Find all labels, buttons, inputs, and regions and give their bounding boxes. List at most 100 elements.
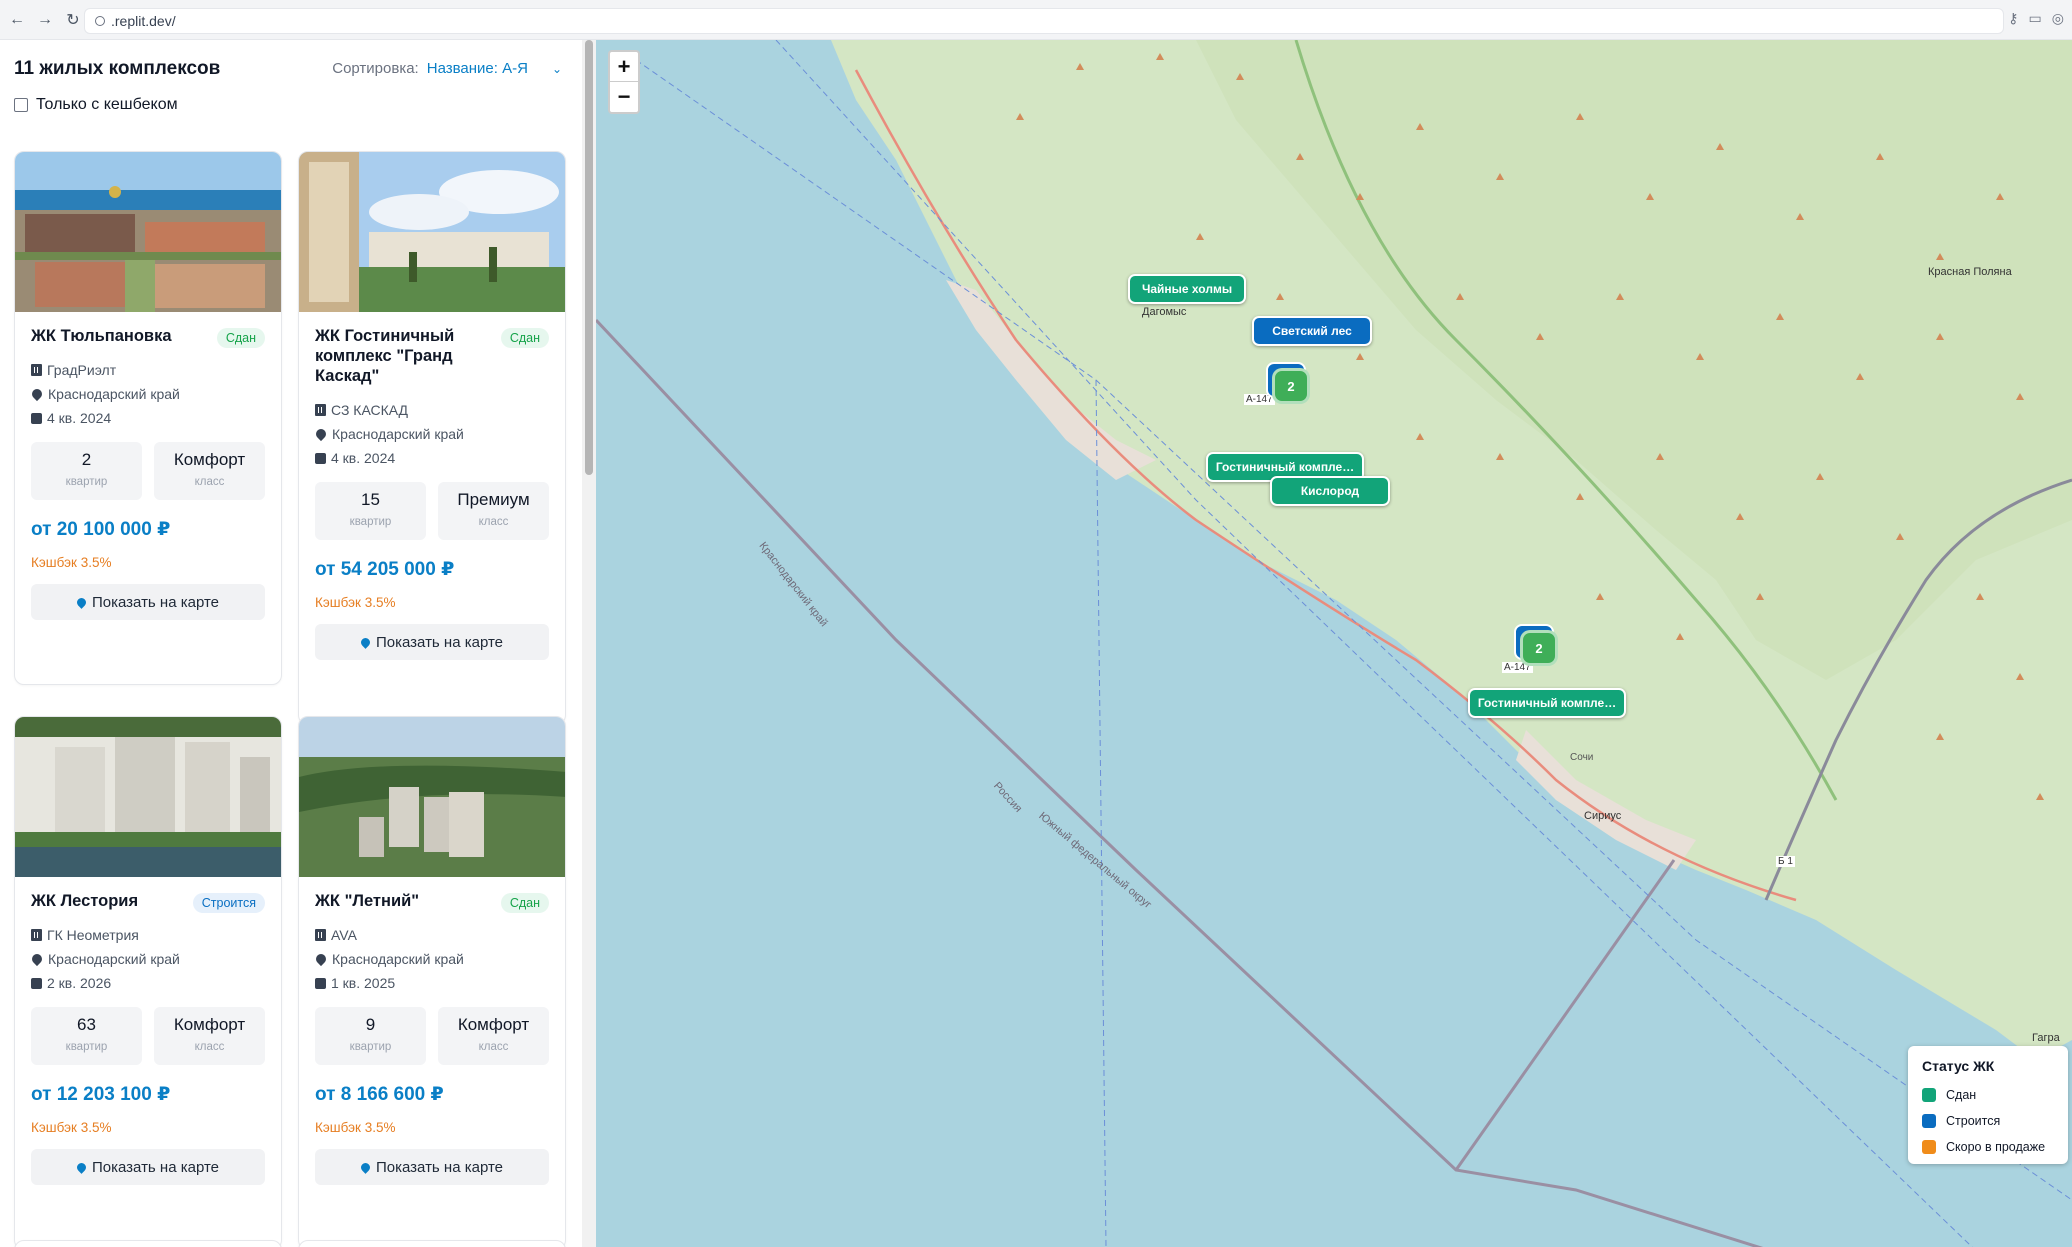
calendar-icon (31, 977, 42, 989)
cashback-only-filter[interactable]: Только с кешбеком (14, 96, 178, 114)
list-header: 11 жилых комплексов Сортировка: Название… (14, 58, 562, 88)
chevron-down-icon[interactable]: ⌄ (552, 62, 562, 76)
cashback-filter-label: Только с кешбеком (36, 96, 178, 113)
region: Краснодарский край (48, 386, 180, 402)
complex-title: ЖК "Летний" (315, 892, 420, 910)
show-on-map-button[interactable]: Показать на карте (315, 1149, 549, 1185)
map[interactable]: Дагомыс Красная Поляна Сочи Сириус Гагра… (596, 40, 2072, 1247)
complex-title: ЖК Тюльпановка (31, 327, 172, 345)
price: от 12 203 100 ₽ (31, 1084, 171, 1105)
zoom-in-button[interactable]: + (610, 52, 638, 82)
complex-photo (299, 152, 565, 312)
complex-photo (15, 152, 281, 312)
complex-marker[interactable]: Кислород (1270, 476, 1390, 506)
complex-title: ЖК Лестория (31, 892, 139, 910)
developer-name: СЗ КАСКАД (331, 402, 409, 418)
complex-marker[interactable]: Гостиничный компле… (1468, 688, 1626, 718)
zoom-out-button[interactable]: − (610, 82, 638, 112)
show-on-map-button[interactable]: Показать на карте (31, 1149, 265, 1185)
place-label: Красная Поляна (1928, 266, 2012, 278)
class-stat: Комфорт класс (438, 1007, 549, 1065)
deadline: 2 кв. 2026 (47, 975, 112, 991)
calendar-icon (315, 452, 326, 464)
reload-icon[interactable]: ↻ (62, 9, 84, 31)
place-label: Сириус (1584, 810, 1622, 822)
key-icon[interactable]: ⚷ (2008, 10, 2018, 27)
browser-toolbar: ← → ↻ .replit.dev/ ⚷ ▭ ◎ (0, 0, 2072, 40)
status-badge: Сдан (500, 893, 549, 913)
forward-icon[interactable]: → (34, 9, 56, 31)
marker-cluster[interactable]: 2 (1266, 362, 1310, 406)
complex-card (14, 1240, 282, 1247)
apartments-stat: 9 квартир (315, 1007, 426, 1065)
swatch-building (1922, 1114, 1936, 1128)
location-pin-icon (29, 386, 45, 402)
cashback-text: Кэшбэк 3.5% (31, 555, 112, 570)
complex-card: ЖК Тюльпановка Сдан ГрадРиэлт Краснодарс… (14, 151, 282, 685)
show-on-map-button[interactable]: Показать на карте (315, 624, 549, 660)
swatch-soon (1922, 1140, 1936, 1154)
site-info-icon[interactable] (95, 16, 105, 26)
extensions-icon[interactable]: ◎ (2052, 10, 2064, 27)
url-text: .replit.dev/ (111, 13, 176, 29)
sort-label: Сортировка: (332, 60, 419, 77)
map-pin-icon (75, 1160, 88, 1174)
deadline: 4 кв. 2024 (47, 410, 112, 426)
complex-title: ЖК Гостиничный комплекс "Гранд Каскад" (315, 327, 455, 385)
cashback-text: Кэшбэк 3.5% (31, 1120, 112, 1135)
status-legend: Статус ЖК Сдан Строится Скоро в продаже (1908, 1046, 2068, 1164)
address-bar[interactable]: .replit.dev/ (84, 8, 2004, 34)
cashback-checkbox[interactable] (14, 98, 28, 112)
marker-cluster[interactable]: 2 (1514, 624, 1558, 668)
cashback-text: Кэшбэк 3.5% (315, 1120, 396, 1135)
location-pin-icon (313, 951, 329, 967)
complex-list-panel: 11 жилых комплексов Сортировка: Название… (0, 40, 582, 1247)
sort-control[interactable]: Сортировка: Название: А-Я ⌄ (332, 60, 562, 77)
class-stat: Премиум класс (438, 482, 549, 540)
class-stat: Комфорт класс (154, 1007, 265, 1065)
price: от 20 100 000 ₽ (31, 519, 171, 540)
class-stat: Комфорт класс (154, 442, 265, 500)
apartments-stat: 63 квартир (31, 1007, 142, 1065)
map-pin-icon (75, 595, 88, 609)
devices-icon[interactable]: ▭ (2029, 10, 2042, 27)
building-icon (31, 929, 42, 941)
status-badge: Сдан (500, 328, 549, 348)
sort-select[interactable]: Название: А-Я (427, 60, 528, 77)
swatch-done (1922, 1088, 1936, 1102)
place-label: Гагра (2032, 1032, 2060, 1044)
price: от 8 166 600 ₽ (315, 1084, 444, 1105)
legend-item: Сдан (1922, 1082, 2054, 1108)
developer-name: AVA (331, 927, 357, 943)
complex-card: ЖК Лестория Строится ГК Неометрия Красно… (14, 716, 282, 1247)
scrollbar-thumb[interactable] (585, 40, 593, 475)
building-icon (31, 364, 42, 376)
list-scrollbar[interactable] (582, 40, 596, 1247)
show-on-map-button[interactable]: Показать на карте (31, 584, 265, 620)
deadline: 4 кв. 2024 (331, 450, 396, 466)
place-label: Дагомыс (1142, 306, 1187, 318)
complex-photo (15, 717, 281, 877)
apartments-stat: 15 квартир (315, 482, 426, 540)
place-label: Сочи (1570, 752, 1594, 763)
legend-item: Строится (1922, 1108, 2054, 1134)
back-icon[interactable]: ← (6, 9, 28, 31)
calendar-icon (31, 412, 42, 424)
region: Краснодарский край (48, 951, 180, 967)
zoom-control: + − (608, 50, 640, 114)
road-label: Б 1 (1776, 856, 1795, 867)
status-badge: Строится (192, 893, 265, 913)
deadline: 1 кв. 2025 (331, 975, 396, 991)
complex-count: 11 жилых комплексов (14, 58, 221, 79)
building-icon (315, 929, 326, 941)
calendar-icon (315, 977, 326, 989)
complex-marker[interactable]: Чайные холмы (1128, 274, 1246, 304)
status-badge: Сдан (216, 328, 265, 348)
complex-marker[interactable]: Светский лес (1252, 316, 1372, 346)
map-canvas[interactable] (596, 40, 2072, 1247)
map-pin-icon (359, 635, 372, 649)
legend-item: Скоро в продаже (1922, 1134, 2054, 1160)
legend-title: Статус ЖК (1922, 1058, 1995, 1074)
complex-photo (299, 717, 565, 877)
region: Краснодарский край (332, 426, 464, 442)
